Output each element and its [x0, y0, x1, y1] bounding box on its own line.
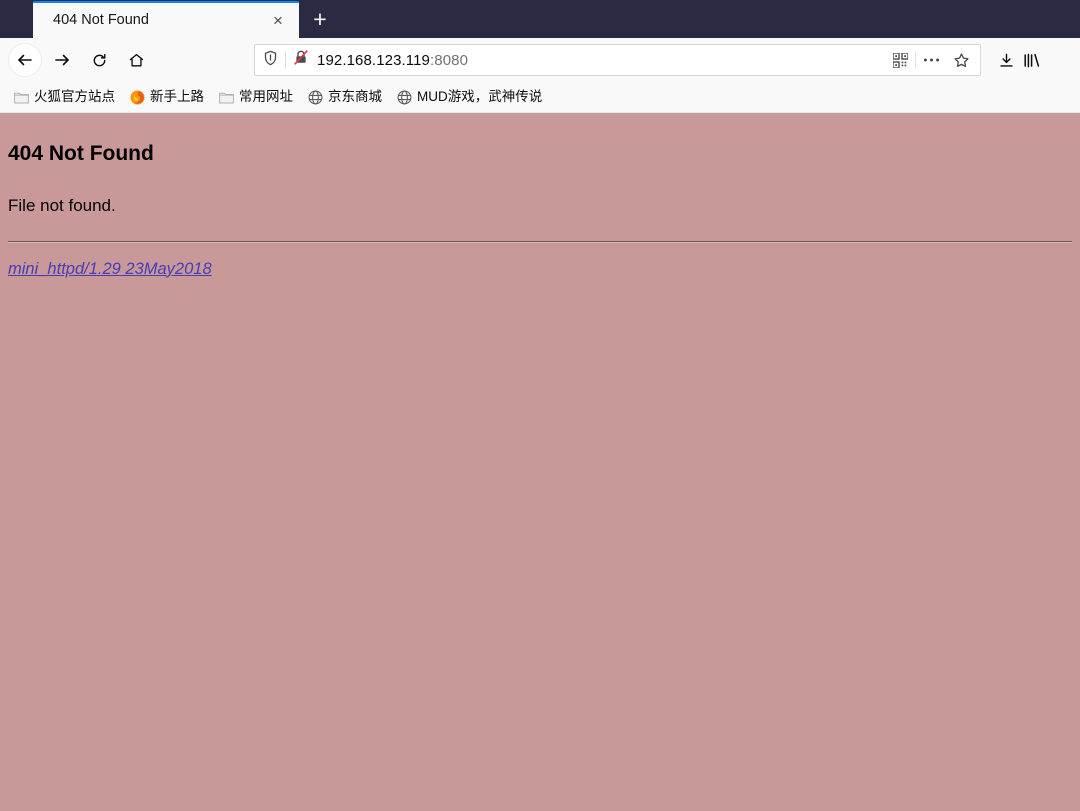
url-bar-identity — [255, 49, 317, 71]
url-bar[interactable]: 192.168.123.119:8080 — [254, 44, 981, 76]
page-title: 404 Not Found — [8, 142, 154, 165]
forward-button[interactable] — [45, 43, 79, 77]
home-icon — [128, 52, 145, 69]
bookmark-item-1[interactable]: 新手上路 — [125, 85, 211, 109]
firefox-logo-icon — [129, 89, 145, 105]
page-content: 404 Not Found File not found. mini_httpd… — [0, 113, 1080, 811]
navigation-toolbar: 192.168.123.119:8080 — [0, 38, 1080, 82]
downloads-button[interactable] — [989, 43, 1023, 77]
bookmark-item-0[interactable]: 火狐官方站点 — [9, 85, 122, 109]
server-signature: mini_httpd/1.29 23May2018 — [8, 260, 1072, 279]
globe-icon — [396, 89, 412, 105]
arrow-left-icon — [16, 51, 34, 69]
globe-icon — [307, 89, 323, 105]
reload-button[interactable] — [82, 43, 116, 77]
library-button[interactable] — [1023, 43, 1041, 77]
library-icon — [1023, 52, 1041, 69]
url-separator — [285, 51, 286, 69]
bookmark-item-3[interactable]: 京东商城 — [303, 85, 389, 109]
arrow-right-icon — [53, 51, 71, 69]
qr-code-icon[interactable] — [885, 46, 915, 74]
tab-title: 404 Not Found — [53, 13, 149, 28]
ellipsis-icon[interactable] — [916, 46, 946, 74]
lock-crossed-insecure-icon[interactable] — [293, 49, 309, 71]
back-button[interactable] — [8, 43, 42, 77]
bookmark-label: 火狐官方站点 — [34, 89, 115, 105]
server-signature-link[interactable]: mini_httpd/1.29 23May2018 — [8, 260, 212, 278]
tab-404-not-found[interactable]: 404 Not Found × — [33, 1, 299, 38]
home-button[interactable] — [119, 43, 153, 77]
bookmark-item-2[interactable]: 常用网址 — [214, 85, 300, 109]
new-tab-button[interactable]: + — [303, 2, 337, 36]
shield-icon[interactable] — [263, 50, 278, 71]
close-icon[interactable]: × — [267, 10, 289, 32]
toolbar-right-actions — [989, 43, 1041, 77]
folder-icon — [218, 89, 234, 105]
bookmark-label: 京东商城 — [328, 89, 382, 105]
url-text[interactable]: 192.168.123.119:8080 — [317, 52, 885, 69]
download-arrow-icon — [998, 52, 1015, 69]
bookmark-item-4[interactable]: MUD游戏，武神传说 — [392, 85, 549, 109]
divider — [8, 240, 1072, 243]
bookmark-label: 常用网址 — [239, 89, 293, 105]
tab-strip: 404 Not Found × + — [0, 0, 1080, 38]
bookmarks-bar: 火狐官方站点 新手上路 常用网址 京东商城 MUD游戏，武神传说 — [0, 82, 1080, 113]
bookmark-label: 新手上路 — [150, 89, 204, 105]
url-port: :8080 — [430, 51, 469, 69]
error-message: File not found. — [8, 196, 116, 216]
bookmark-label: MUD游戏，武神传说 — [417, 89, 543, 105]
browser-window: 404 Not Found × + 192.168.123.119:8080 火… — [0, 0, 1080, 811]
star-icon[interactable] — [946, 46, 976, 74]
url-bar-actions — [885, 46, 980, 74]
folder-icon — [13, 89, 29, 105]
reload-icon — [91, 52, 108, 69]
url-host: 192.168.123.119 — [317, 51, 430, 69]
